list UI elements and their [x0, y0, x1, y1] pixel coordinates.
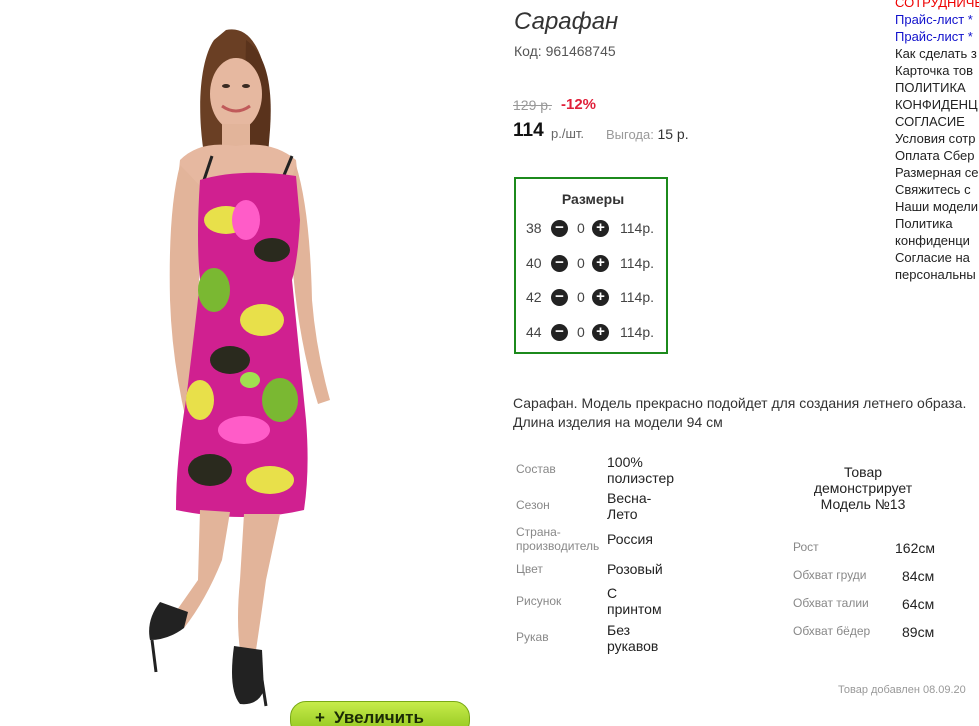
model-param-name: Обхват груди: [793, 568, 867, 582]
attr-name-line: производитель: [516, 539, 600, 553]
size-price: 114р.: [620, 255, 654, 271]
size-label: 42: [526, 289, 542, 305]
attr-value-line: С: [607, 585, 618, 601]
minus-icon[interactable]: −: [551, 220, 568, 237]
side-link[interactable]: конфиденци: [895, 232, 979, 249]
attr-value-line: рукавов: [607, 638, 659, 654]
profit-value: 15 р.: [657, 126, 689, 142]
attr-value-line: полиэстер: [607, 470, 675, 486]
description-line: Длина изделия на модели 94 см: [513, 414, 723, 430]
size-quantity[interactable]: 0: [577, 220, 585, 236]
size-label: 44: [526, 324, 542, 340]
product-description: Сарафан. Модель прекрасно подойдет для с…: [513, 394, 979, 432]
discount-badge: -12%: [561, 96, 597, 113]
zoom-button[interactable]: + Увеличить: [290, 701, 470, 726]
attr-value: 100% полиэстер: [607, 454, 674, 486]
minus-icon[interactable]: −: [551, 289, 568, 306]
attr-value: Весна- Лето: [607, 490, 651, 522]
size-row: 42 − 0 + 114р.: [526, 287, 666, 307]
size-row: 40 − 0 + 114р.: [526, 253, 666, 273]
attr-name: Рукав: [516, 630, 549, 644]
side-link[interactable]: СОГЛАСИЕ: [895, 113, 979, 130]
product-code: Код: 961468745: [514, 43, 616, 59]
plus-icon[interactable]: +: [592, 289, 609, 306]
attr-value-line: принтом: [607, 601, 662, 617]
model-param-value: 89см: [902, 624, 935, 640]
product-photo[interactable]: + Увеличить: [0, 0, 482, 726]
side-links: СОТРУДНИЧЕ Прайс-лист * Прайс-лист * Как…: [895, 0, 979, 294]
model-title-line: Товар: [843, 464, 883, 480]
attr-value-line: 100%: [607, 454, 643, 470]
attr-value: Без рукавов: [607, 622, 658, 654]
model-title-line: Модель №13: [820, 496, 906, 512]
side-link[interactable]: персональны: [895, 266, 979, 283]
size-price: 114р.: [620, 289, 654, 305]
profit: Выгода: 15 р.: [606, 126, 689, 142]
side-link[interactable]: Условия сотр: [895, 130, 979, 147]
old-price: 129 р.: [513, 97, 552, 113]
side-link[interactable]: Свяжитесь с: [895, 181, 979, 198]
side-link[interactable]: Прайс-лист *: [895, 28, 979, 45]
model-param-value: 64см: [902, 596, 935, 612]
size-price: 114р.: [620, 220, 654, 236]
attr-name: Сезон: [516, 498, 550, 512]
attr-name: Цвет: [516, 562, 543, 576]
model-title: Товар демонстрирует Модель №13: [790, 464, 936, 512]
added-date: Товар добавлен 08.09.20: [838, 684, 966, 696]
sizes-box: Размеры 38 − 0 + 114р. 40 − 0 + 114р. 42…: [514, 177, 668, 354]
size-row: 44 − 0 + 114р.: [526, 322, 666, 342]
side-link[interactable]: СОТРУДНИЧЕ: [895, 0, 979, 11]
profit-label: Выгода:: [606, 127, 654, 142]
side-link[interactable]: КОНФИДЕНЦ: [895, 96, 979, 113]
size-quantity[interactable]: 0: [577, 255, 585, 271]
attr-name: Состав: [516, 462, 556, 476]
plus-icon[interactable]: +: [592, 220, 609, 237]
description-line: Сарафан. Модель прекрасно подойдет для с…: [513, 395, 967, 411]
minus-icon[interactable]: −: [551, 255, 568, 272]
size-quantity[interactable]: 0: [577, 324, 585, 340]
attr-value: Россия: [607, 531, 653, 547]
model-param-name: Обхват бёдер: [793, 624, 871, 638]
side-link[interactable]: Прайс-лист *: [895, 11, 979, 28]
side-link[interactable]: ПОЛИТИКА: [895, 79, 979, 96]
model-param-value: 84см: [902, 568, 935, 584]
attr-name: Рисунок: [516, 594, 562, 608]
model-param-value: 162см: [895, 540, 935, 556]
model-param-name: Рост: [793, 540, 819, 554]
side-link[interactable]: Наши модели: [895, 198, 979, 215]
size-row: 38 − 0 + 114р.: [526, 218, 666, 238]
size-label: 38: [526, 220, 542, 236]
side-link[interactable]: Оплата Сбер: [895, 147, 979, 164]
attr-value: С принтом: [607, 585, 662, 617]
minus-icon[interactable]: −: [551, 324, 568, 341]
product-title: Сарафан: [514, 8, 619, 35]
side-link[interactable]: Согласие на: [895, 249, 979, 266]
zoom-button-label: Увеличить: [333, 708, 424, 726]
size-quantity[interactable]: 0: [577, 289, 585, 305]
attr-value-line: Лето: [607, 506, 638, 522]
model-title-line: демонстрирует: [813, 480, 913, 496]
side-link[interactable]: Как сделать з: [895, 45, 979, 62]
plus-icon[interactable]: +: [592, 324, 609, 341]
price-unit: р./шт.: [551, 126, 585, 141]
attr-value: Розовый: [607, 561, 663, 577]
side-link[interactable]: Политика: [895, 215, 979, 232]
sizes-title: Размеры: [561, 191, 625, 207]
plus-icon: +: [315, 708, 325, 726]
size-label: 40: [526, 255, 542, 271]
plus-icon[interactable]: +: [592, 255, 609, 272]
side-link[interactable]: Размерная се: [895, 164, 979, 181]
model-in-dress-image: [149, 29, 330, 707]
attr-value-line: Весна-: [607, 490, 652, 506]
attr-value-line: Без: [607, 622, 631, 638]
attr-name: Страна- производитель: [516, 525, 599, 553]
current-price: 114: [513, 120, 544, 141]
attr-name-line: Страна-: [516, 525, 561, 539]
model-param-name: Обхват талии: [793, 596, 869, 610]
side-link[interactable]: Карточка тов: [895, 62, 979, 79]
size-price: 114р.: [620, 324, 654, 340]
